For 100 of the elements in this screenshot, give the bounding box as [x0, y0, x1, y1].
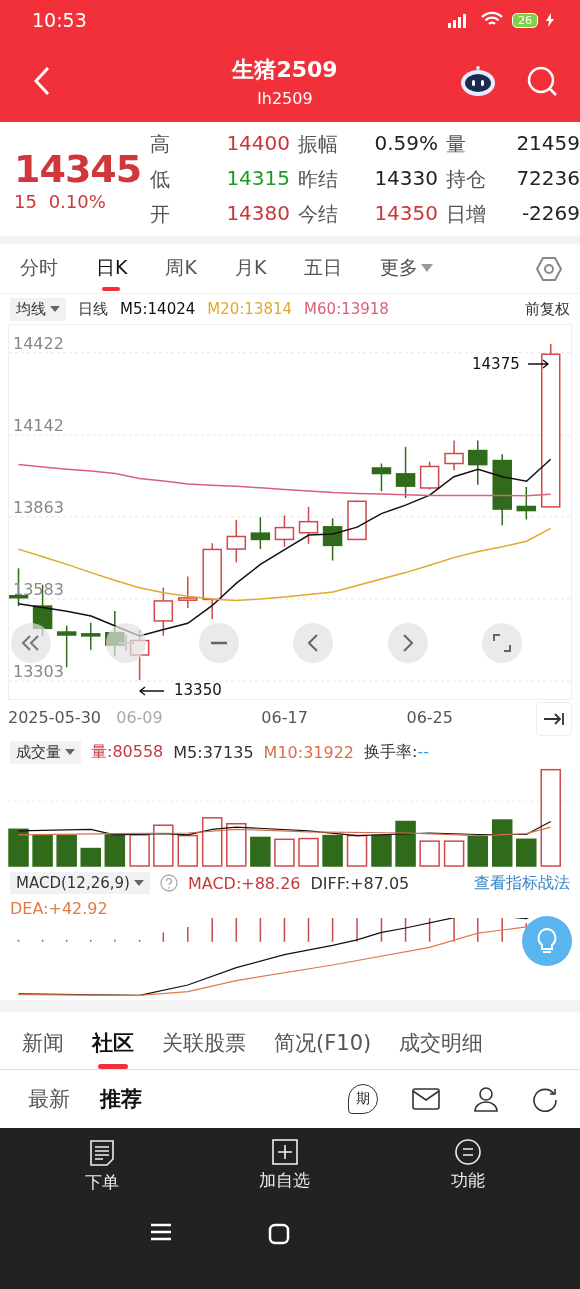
stat-label: 昨结 — [298, 165, 339, 193]
content-tab[interactable]: 关联股票 — [162, 1023, 246, 1069]
volume-bar — [467, 835, 489, 867]
battery-indicator: 26 — [512, 12, 538, 28]
macd-bar — [380, 918, 383, 943]
candle — [153, 586, 174, 637]
high-arrow — [527, 359, 550, 369]
stat-label: 持仓 — [446, 165, 487, 193]
fullscreen-button[interactable] — [482, 623, 522, 663]
search-icon[interactable] — [526, 65, 558, 97]
document-icon — [88, 1139, 115, 1167]
macd-bar — [428, 918, 431, 943]
macd-bar — [404, 918, 407, 943]
price-axis-label: 14422 — [13, 333, 64, 353]
lightbulb-icon — [536, 927, 558, 955]
candle — [347, 499, 367, 541]
candle — [274, 514, 295, 548]
content-tab[interactable]: 社区 — [92, 1023, 134, 1069]
ma-value: M20:13814 — [207, 300, 293, 318]
period-tab[interactable]: 分时 — [18, 246, 60, 291]
robot-icon[interactable] — [460, 65, 496, 97]
jump-to-latest-button[interactable] — [536, 702, 572, 736]
indicator-strategy-link[interactable]: 查看指标战法 — [474, 872, 570, 894]
stat-label: 低 — [150, 165, 171, 193]
high-price-label: 14375 — [472, 355, 520, 373]
contract-title: 生猪2509 — [232, 55, 338, 84]
candle — [444, 439, 464, 471]
volume-bar — [226, 823, 247, 867]
person-icon[interactable] — [474, 1086, 498, 1112]
candle — [468, 439, 488, 486]
date-axis-label: 06-09 — [116, 708, 163, 727]
period-tab[interactable]: 月K — [232, 246, 269, 291]
stat-label: 开 — [150, 200, 171, 228]
macd-bar — [162, 931, 165, 943]
back-icon[interactable] — [34, 66, 50, 96]
action-button[interactable]: 下单 — [51, 1138, 152, 1195]
settings-icon[interactable] — [536, 255, 562, 282]
action-button[interactable]: 加自选 — [235, 1138, 335, 1195]
macd-bar — [331, 918, 334, 943]
volume-bar — [250, 836, 271, 867]
macd-bar — [138, 939, 141, 943]
volume-bar — [201, 817, 223, 867]
volume-bar — [491, 819, 513, 867]
period-label: 日线 — [78, 299, 108, 319]
ma-dropdown[interactable]: 均线 — [10, 297, 66, 321]
volume-bar — [153, 824, 174, 867]
volume-bar — [346, 834, 368, 867]
diff-value: DIFF:+87.05 — [310, 873, 410, 893]
stat-label: 日增 — [446, 200, 487, 228]
volume-bar — [395, 820, 416, 867]
candle — [419, 460, 440, 491]
stat-value: 14380 — [225, 200, 290, 227]
macd-dropdown[interactable]: MACD(12,26,9) — [10, 872, 150, 894]
volume-bar — [177, 834, 199, 867]
volume-bar — [419, 840, 440, 867]
stat-value: 14315 — [225, 165, 290, 192]
menu-icon[interactable] — [150, 1223, 172, 1241]
previous-button[interactable] — [293, 623, 333, 663]
caret-icon — [65, 749, 75, 755]
candle — [322, 517, 343, 562]
action-button[interactable]: 功能 — [418, 1138, 519, 1195]
plus-icon — [117, 634, 135, 652]
stat-label: 振幅 — [298, 130, 339, 158]
period-tab[interactable]: 日K — [94, 246, 130, 291]
content-tab[interactable]: 新闻 — [22, 1023, 64, 1069]
indicator-dropdown[interactable]: 成交量 — [10, 740, 81, 764]
scroll-left-button[interactable] — [11, 623, 51, 663]
feed-tab[interactable]: 最新 — [28, 1085, 70, 1113]
stat-label: 量 — [446, 130, 467, 158]
status-time: 10:53 — [32, 9, 87, 31]
price-axis-label: 14142 — [13, 416, 64, 435]
plus-square-icon — [272, 1139, 298, 1165]
turnover-rate: 换手率:-- — [364, 741, 429, 763]
stat-value: 14350 — [373, 200, 438, 227]
stat-value: 14330 — [373, 165, 438, 192]
feed-tab[interactable]: 推荐 — [100, 1085, 142, 1113]
dea-value: DEA:+42.92 — [10, 898, 108, 918]
period-tab[interactable]: 更多 — [378, 246, 436, 291]
macd-bar — [307, 918, 310, 943]
caret-icon — [50, 306, 60, 312]
content-tab[interactable]: 成交明细 — [399, 1023, 484, 1069]
ma-value: M5:14024 — [120, 300, 196, 318]
zoom-in-button[interactable] — [106, 623, 146, 663]
volume-bar — [8, 828, 29, 867]
adjust-label[interactable]: 前复权 — [525, 299, 570, 319]
candle — [298, 506, 319, 545]
stat-label: 今结 — [298, 200, 339, 228]
ma-value: M60:13918 — [304, 300, 389, 318]
next-button[interactable] — [388, 623, 428, 663]
macd-bar — [17, 939, 20, 943]
home-icon[interactable] — [268, 1223, 290, 1245]
period-tab[interactable]: 周K — [163, 246, 199, 291]
refresh-icon[interactable] — [532, 1086, 558, 1112]
low-price-label: 13350 — [174, 681, 222, 699]
contract-code: lh2509 — [257, 88, 313, 108]
volume-bar — [32, 834, 53, 867]
content-tab[interactable]: 简况(F10) — [274, 1023, 372, 1069]
candle — [178, 575, 198, 609]
mail-icon[interactable] — [412, 1088, 440, 1110]
period-tab[interactable]: 五日 — [302, 246, 345, 291]
